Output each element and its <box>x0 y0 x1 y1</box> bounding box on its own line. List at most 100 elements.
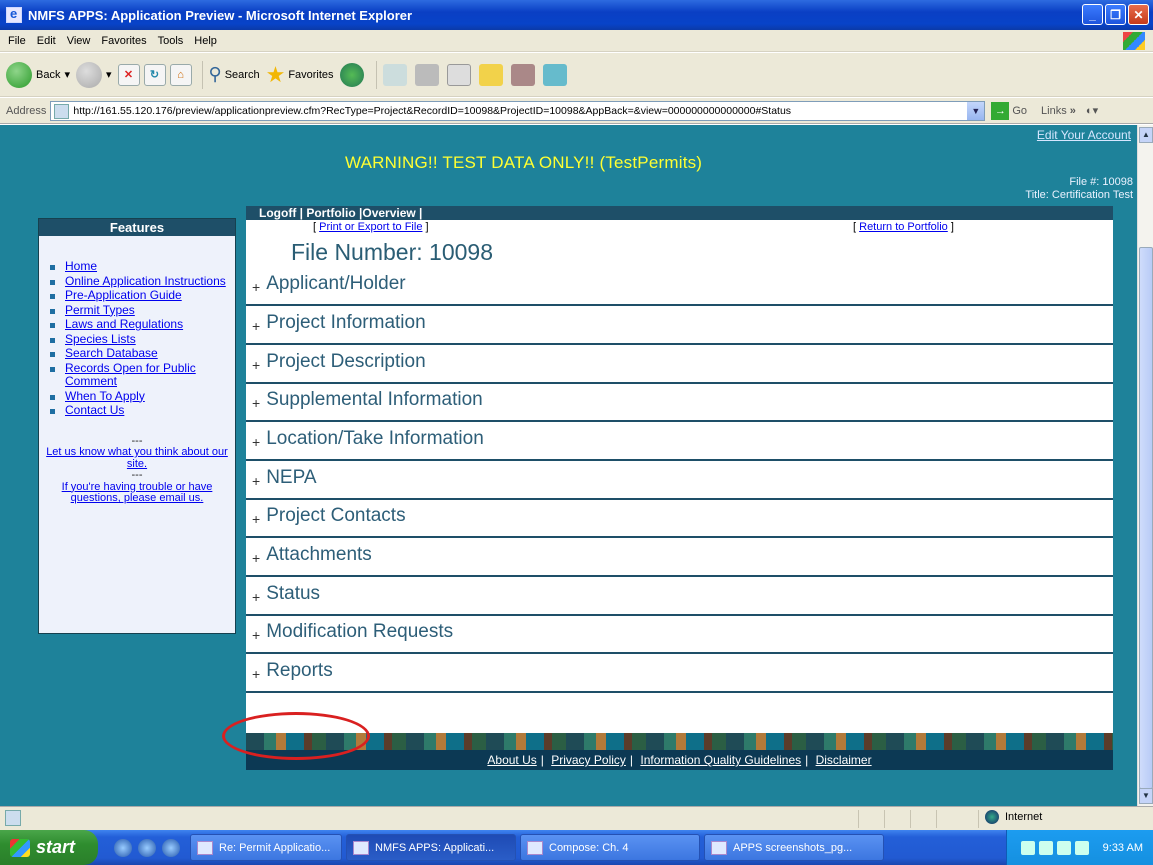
list-item: Records Open for Public Comment <box>47 361 235 389</box>
feature-link-laws[interactable]: Laws and Regulations <box>65 317 183 331</box>
feature-link-instructions[interactable]: Online Application Instructions <box>65 274 226 288</box>
footer-quality-link[interactable]: Information Quality Guidelines <box>640 753 801 767</box>
feature-link-home[interactable]: Home <box>65 259 97 273</box>
task-compose[interactable]: Compose: Ch. 4 <box>520 834 700 861</box>
section-project-information[interactable]: + Project Information <box>246 307 1113 345</box>
address-label: Address <box>6 104 47 117</box>
expand-icon: + <box>252 589 261 605</box>
go-button[interactable]: → Go <box>991 101 1027 120</box>
edit-icon[interactable] <box>446 63 471 86</box>
toolbar-separator <box>375 60 377 89</box>
ie-quicklaunch-icon[interactable] <box>114 838 132 857</box>
feedback-link[interactable]: Let us know what you think about our sit… <box>46 446 228 470</box>
expand-icon: + <box>252 434 261 450</box>
start-button[interactable]: start <box>0 830 98 865</box>
maximize-button[interactable]: ❐ <box>1105 4 1126 25</box>
menu-bar: File Edit View Favorites Tools Help <box>0 30 1153 52</box>
task-label: Re: Permit Applicatio... <box>219 841 331 854</box>
page-title: File Number: 10098 <box>291 239 493 265</box>
close-button[interactable]: ✕ <box>1128 4 1149 25</box>
section-status[interactable]: + Status <box>246 578 1113 616</box>
email-quicklaunch-icon[interactable] <box>138 838 156 857</box>
home-icon[interactable]: ⌂ <box>169 63 192 86</box>
section-attachments[interactable]: + Attachments <box>246 539 1113 577</box>
tray-monitor-icon[interactable] <box>1056 840 1071 855</box>
return-portfolio-link[interactable]: Return to Portfolio <box>859 221 948 233</box>
main-nav[interactable]: Logoff | Portfolio |Overview | <box>246 206 1113 220</box>
feature-link-permit-types[interactable]: Permit Types <box>65 303 135 317</box>
scroll-thumb[interactable] <box>1139 247 1153 789</box>
section-reports[interactable]: + Reports <box>246 655 1113 693</box>
feature-link-species[interactable]: Species Lists <box>65 332 136 346</box>
task-outlook[interactable]: Re: Permit Applicatio... <box>190 834 342 861</box>
forward-button[interactable]: ▾ <box>76 61 112 88</box>
section-location-take[interactable]: + Location/Take Information <box>246 423 1113 461</box>
menu-favorites[interactable]: Favorites <box>101 35 146 47</box>
mail-icon[interactable] <box>382 63 407 86</box>
section-label: Modification Requests <box>266 621 454 642</box>
menu-tools[interactable]: Tools <box>158 35 184 47</box>
footer-about-link[interactable]: About Us <box>487 753 536 767</box>
favorites-button[interactable]: ★ Favorites <box>266 62 334 88</box>
chevron-down-icon[interactable]: ▼ <box>967 101 985 120</box>
clock[interactable]: 9:33 AM <box>1103 842 1143 854</box>
word-icon <box>711 840 727 855</box>
footer-disclaimer-link[interactable]: Disclaimer <box>816 753 872 767</box>
menu-file[interactable]: File <box>8 35 26 47</box>
list-item: Permit Types <box>47 303 235 318</box>
section-supplemental-information[interactable]: + Supplemental Information <box>246 384 1113 422</box>
scroll-down-icon[interactable]: ▼ <box>1139 788 1153 804</box>
section-project-description[interactable]: + Project Description <box>246 346 1113 384</box>
media-quicklaunch-icon[interactable] <box>162 838 180 857</box>
tray-app-icon[interactable] <box>1074 840 1089 855</box>
refresh-icon[interactable]: ↻ <box>143 63 166 86</box>
back-label: Back <box>36 68 61 81</box>
email-link[interactable]: If you're having trouble or have questio… <box>62 481 213 505</box>
print-export-wrapper: [ Print or Export to File ] <box>313 221 429 233</box>
quick-launch <box>114 838 180 857</box>
links-button[interactable]: Links » <box>1041 105 1076 117</box>
search-button[interactable]: ⚲ Search <box>209 64 260 85</box>
print-export-link[interactable]: Print or Export to File <box>319 221 422 233</box>
section-label: Project Information <box>266 312 426 333</box>
file-number-label: File #: 10098 <box>1069 176 1133 188</box>
section-applicant-holder[interactable]: + Applicant/Holder <box>246 268 1113 306</box>
mail-icon <box>197 840 213 855</box>
translate-icon[interactable]: ◐▾ <box>1086 104 1098 117</box>
print-icon[interactable] <box>414 63 439 86</box>
expand-icon: + <box>252 511 261 527</box>
messenger-icon[interactable] <box>542 63 567 86</box>
list-item: Laws and Regulations <box>47 317 235 332</box>
task-word[interactable]: APPS screenshots_pg... <box>704 834 884 861</box>
menu-view[interactable]: View <box>67 35 91 47</box>
feature-link-public-comment[interactable]: Records Open for Public Comment <box>65 361 196 389</box>
feature-link-pre-application[interactable]: Pre-Application Guide <box>65 288 182 302</box>
menu-help[interactable]: Help <box>194 35 217 47</box>
task-ie[interactable]: NMFS APPS: Applicati... <box>346 834 516 861</box>
footer-privacy-link[interactable]: Privacy Policy <box>551 753 626 767</box>
folder-icon[interactable] <box>478 63 503 86</box>
feature-link-when-to-apply[interactable]: When To Apply <box>65 389 145 403</box>
feature-link-contact[interactable]: Contact Us <box>65 403 124 417</box>
section-nepa[interactable]: + NEPA <box>246 462 1113 500</box>
stop-icon[interactable]: ✕ <box>117 63 140 86</box>
section-modification-requests[interactable]: + Modification Requests <box>246 616 1113 654</box>
minimize-button[interactable]: _ <box>1082 4 1103 25</box>
tray-arrow-icon[interactable] <box>1020 840 1035 855</box>
chevron-down-icon[interactable]: ▾ <box>64 68 70 81</box>
features-panel: Features Home Online Application Instruc… <box>38 218 236 634</box>
history-icon[interactable] <box>339 62 364 87</box>
chevron-down-icon[interactable]: ▾ <box>106 68 112 81</box>
search-label: Search <box>224 68 260 81</box>
scroll-up-icon[interactable]: ▲ <box>1139 127 1153 143</box>
research-icon[interactable] <box>510 63 535 86</box>
back-button[interactable]: Back ▾ <box>6 61 70 88</box>
feature-link-search-db[interactable]: Search Database <box>65 346 158 360</box>
section-project-contacts[interactable]: + Project Contacts <box>246 500 1113 538</box>
edit-account-link[interactable]: Edit Your Account <box>1037 128 1131 142</box>
vertical-scrollbar[interactable]: ▲ ▼ <box>1137 125 1153 806</box>
expand-icon: + <box>252 627 261 643</box>
menu-edit[interactable]: Edit <box>37 35 56 47</box>
address-input[interactable]: http://161.55.120.176/preview/applicatio… <box>50 100 986 121</box>
tray-network-icon[interactable] <box>1038 840 1053 855</box>
